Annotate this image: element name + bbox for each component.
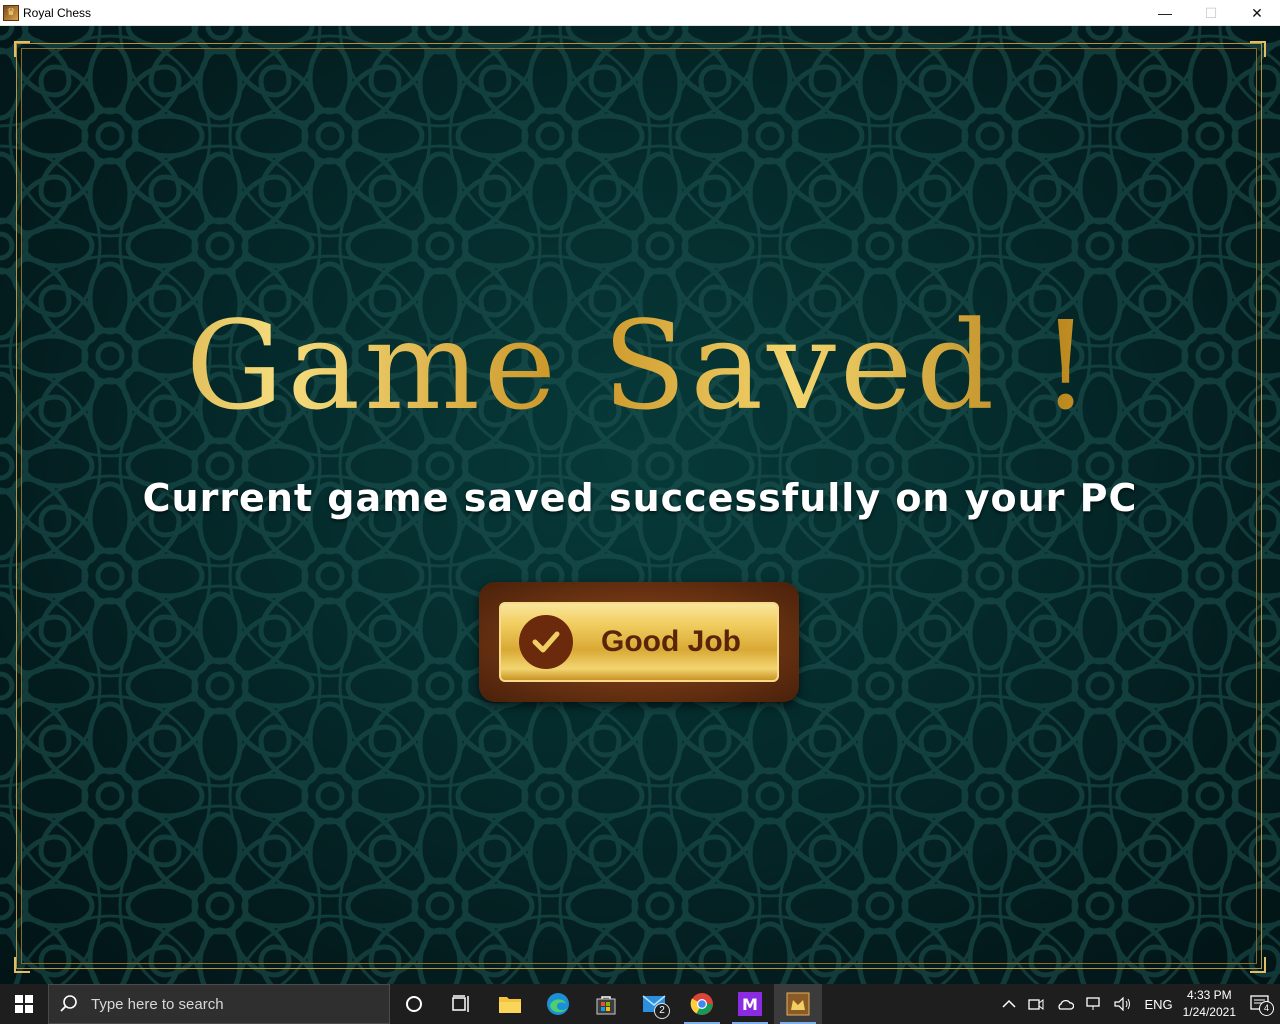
royal-chess-app-icon: ♛ xyxy=(3,4,19,21)
svg-text:M: M xyxy=(742,995,758,1014)
game-saved-headline: Game Saved ! xyxy=(0,296,1280,436)
taskbar-chrome-button[interactable] xyxy=(678,984,726,1024)
good-job-button[interactable]: Good Job xyxy=(499,602,779,682)
taskbar-mail-button[interactable]: 2 xyxy=(630,984,678,1024)
save-success-message: Current game saved successfully on your … xyxy=(142,476,1138,520)
onedrive-icon[interactable] xyxy=(1056,998,1075,1010)
language-indicator[interactable]: ENG xyxy=(1144,997,1172,1012)
start-button[interactable] xyxy=(0,984,48,1024)
window-title: Royal Chess xyxy=(23,5,92,20)
good-job-button-frame: Good Job xyxy=(479,582,799,702)
taskbar-cortana-button[interactable] xyxy=(390,984,438,1024)
clock-time: 4:33 PM xyxy=(1186,988,1232,1002)
taskbar-store-button[interactable] xyxy=(582,984,630,1024)
notification-center-button[interactable]: 4 xyxy=(1250,995,1274,1016)
good-job-label: Good Job xyxy=(601,625,741,658)
chevron-up-icon[interactable] xyxy=(1002,999,1016,1009)
mail-badge: 2 xyxy=(654,1003,670,1019)
circle-icon xyxy=(406,996,422,1012)
frame-corner-tr xyxy=(1250,41,1266,57)
meet-now-icon[interactable] xyxy=(1028,997,1044,1011)
clock-date: 1/24/2021 xyxy=(1182,1005,1236,1019)
taskbar-royal-chess-button[interactable] xyxy=(774,984,822,1024)
windows-taskbar: Type here to search 2 M ENG 4:33 PM 1/24… xyxy=(0,984,1280,1024)
system-tray: ENG 4:33 PM 1/24/2021 4 xyxy=(996,984,1280,1024)
frame-corner-bl xyxy=(14,957,30,973)
game-saved-screen: Game Saved ! Current game saved successf… xyxy=(0,26,1280,984)
taskbar-file-explorer-button[interactable] xyxy=(486,984,534,1024)
folder-icon xyxy=(499,997,521,1013)
store-icon xyxy=(596,996,616,1015)
frame-corner-tl xyxy=(14,41,30,57)
notification-count: 4 xyxy=(1259,1001,1274,1016)
taskbar-m-app-button[interactable]: M xyxy=(726,984,774,1024)
taskbar-search-box[interactable]: Type here to search xyxy=(48,984,390,1024)
taskbar-task-view-button[interactable] xyxy=(438,984,486,1024)
network-icon[interactable] xyxy=(1086,997,1102,1011)
title-bar: ♛ Royal Chess — ☐ ✕ xyxy=(0,0,1280,26)
frame-corner-br xyxy=(1250,957,1266,973)
chrome-icon xyxy=(690,993,713,1015)
search-placeholder: Type here to search xyxy=(91,995,224,1013)
maximize-button[interactable]: ☐ xyxy=(1188,0,1234,26)
close-button[interactable]: ✕ xyxy=(1234,0,1280,26)
royal-chess-icon xyxy=(786,992,810,1016)
task-view-icon xyxy=(452,995,469,1012)
search-icon xyxy=(60,995,77,1012)
taskbar-edge-button[interactable] xyxy=(534,984,582,1024)
m-app-icon: M xyxy=(738,992,762,1016)
taskbar-clock[interactable]: 4:33 PM 1/24/2021 xyxy=(1183,987,1236,1021)
edge-icon xyxy=(547,993,569,1015)
volume-icon[interactable] xyxy=(1114,997,1132,1011)
check-icon xyxy=(519,615,573,669)
windows-logo-icon xyxy=(15,995,33,1013)
minimize-button[interactable]: — xyxy=(1142,0,1188,26)
window-controls: — ☐ ✕ xyxy=(1142,0,1280,26)
